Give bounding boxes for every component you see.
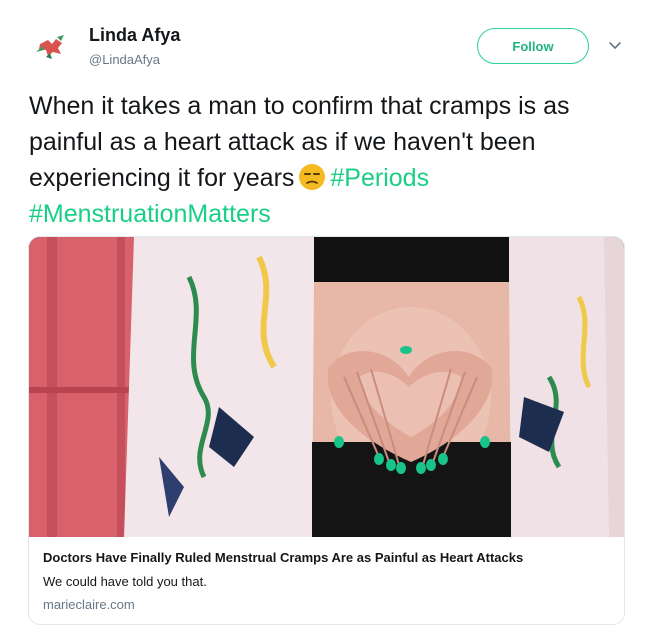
card-description: We could have told you that. [43, 574, 207, 589]
avatar[interactable] [34, 34, 68, 60]
link-card[interactable]: Doctors Have Finally Ruled Menstrual Cra… [28, 236, 625, 625]
chevron-down-icon[interactable] [607, 38, 623, 54]
author-handle[interactable]: @LindaAfya [89, 52, 160, 67]
hashtag-periods[interactable]: #Periods [330, 164, 429, 192]
follow-button[interactable]: Follow [477, 28, 589, 64]
unamused-face-icon [299, 164, 326, 190]
card-image [29, 237, 624, 537]
card-domain[interactable]: marieclaire.com [43, 597, 135, 612]
tweet-text: When it takes a man to confirm that cram… [29, 88, 629, 232]
author-name[interactable]: Linda Afya [89, 25, 180, 46]
card-title[interactable]: Doctors Have Finally Ruled Menstrual Cra… [43, 550, 523, 565]
hashtag-menstruation-matters[interactable]: #MenstruationMatters [29, 200, 271, 228]
